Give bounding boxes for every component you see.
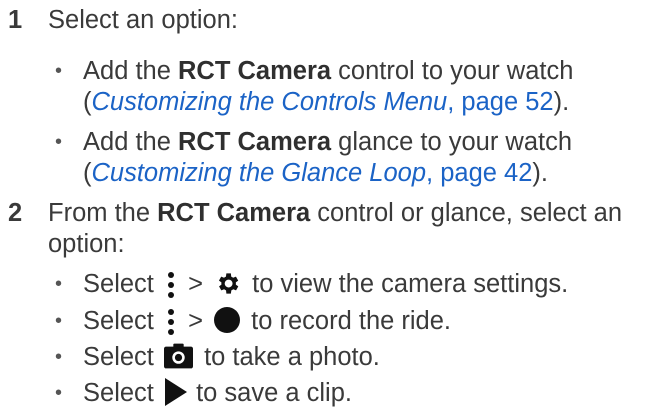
- record-icon: [214, 307, 241, 334]
- bullet-icon: •: [55, 310, 63, 332]
- document-page: 1 Select an option: • Add the RCT Camera…: [0, 0, 652, 409]
- glance-loop-link[interactable]: Customizing the Glance Loop, page 42: [92, 159, 533, 187]
- step-text: From the RCT Camera control or glance, s…: [48, 199, 623, 258]
- step-number: 1: [8, 6, 23, 34]
- bullet-icon: •: [55, 273, 63, 295]
- play-icon: [164, 378, 187, 407]
- bullet-icon: •: [55, 382, 63, 404]
- product-name: RCT Camera: [157, 199, 311, 227]
- bullet-icon: •: [55, 60, 63, 82]
- bullet-icon: •: [55, 346, 63, 368]
- product-name: RCT Camera: [178, 128, 332, 156]
- step-text: Select an option:: [48, 6, 238, 34]
- menu-icon: [165, 307, 177, 337]
- bullet-icon: •: [55, 131, 63, 153]
- controls-menu-link[interactable]: Customizing the Controls Menu, page 52: [92, 88, 554, 116]
- step-number: 2: [8, 199, 23, 227]
- camera-icon: [163, 343, 193, 369]
- product-name: RCT Camera: [178, 57, 332, 85]
- menu-icon: [165, 270, 177, 300]
- gear-icon: [219, 273, 239, 294]
